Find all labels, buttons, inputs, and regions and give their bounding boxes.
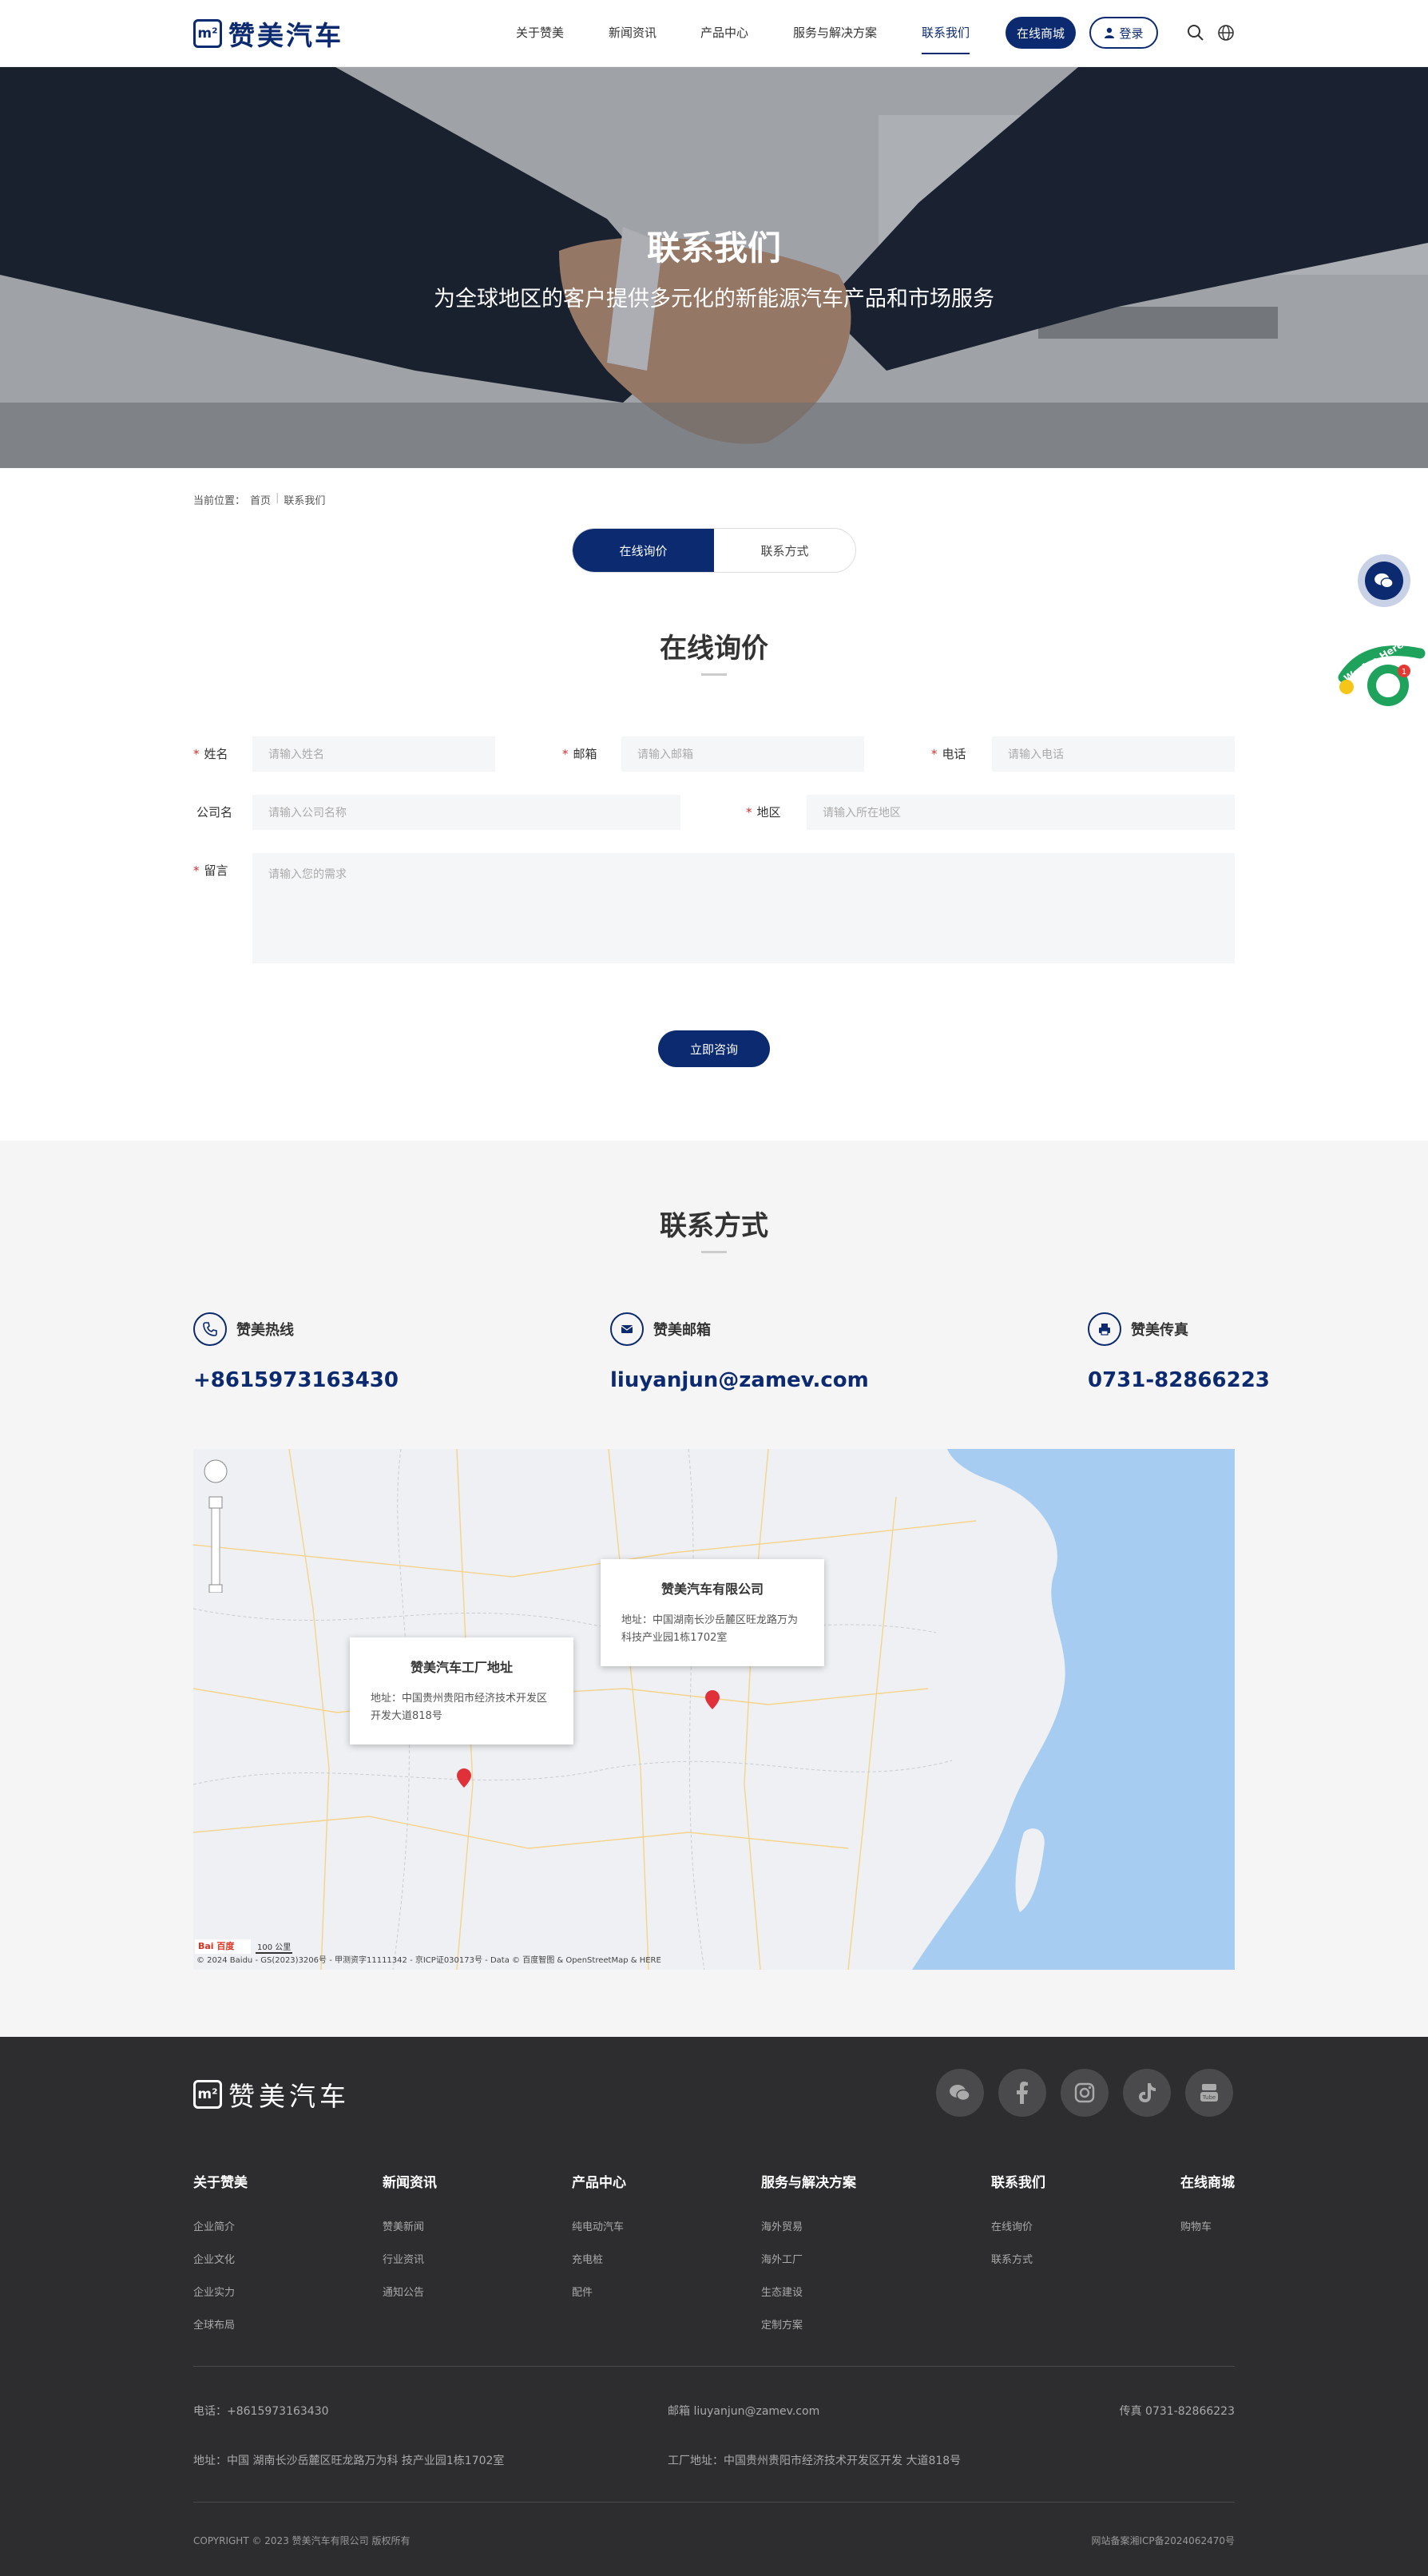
wechat-icon[interactable]: [936, 2069, 984, 2117]
hotline-label: 赞美热线: [236, 1322, 294, 1339]
name-label: * 姓名: [193, 747, 228, 761]
fax-label: 赞美传真: [1131, 1322, 1188, 1339]
facebook-icon[interactable]: [998, 2069, 1046, 2117]
section-tabs: 在线询价 联系方式: [572, 528, 856, 573]
nav-services[interactable]: 服务与解决方案: [793, 24, 877, 41]
footer-divider-bottom: [193, 2502, 1235, 2503]
hq-popup-address: 地址：中国湖南长沙岳麓区旺龙路万为科技产业园1栋1702室: [621, 1614, 799, 1644]
logo-text: 赞美汽车: [228, 20, 343, 51]
nav-products[interactable]: 产品中心: [700, 24, 748, 41]
factory-popup-address: 地址：中国贵州贵阳市经济技术开发区开发大道818号: [371, 1693, 548, 1722]
company-input[interactable]: 请输入公司名称: [252, 795, 680, 830]
contact-title-divider: [701, 1251, 727, 1253]
hq-popup: 赞美汽车有限公司 地址：中国湖南长沙岳麓区旺龙路万为科技产业园1栋1702室: [601, 1559, 824, 1666]
hotline-block: 赞美热线 +8615973163430: [193, 1312, 399, 1392]
map-copyright: © 2024 Baidu - GS(2023)3206号 - 甲测资字11111…: [196, 1956, 661, 1965]
nav-news[interactable]: 新闻资讯: [609, 24, 656, 41]
email-label: 赞美邮箱: [653, 1322, 711, 1339]
footer-col-services: 服务与解决方案 海外贸易 海外工厂 生态建设 定制方案: [761, 2175, 856, 2332]
svg-text:Tube: Tube: [1202, 2094, 1216, 2101]
hotline-value[interactable]: +8615973163430: [193, 1368, 399, 1392]
baidu-logo: Bai 百度: [195, 1939, 251, 1954]
footer-divider-top: [193, 2366, 1235, 2367]
contact-title: 联系方式: [660, 1210, 768, 1242]
site-logo[interactable]: m² 赞美汽车: [193, 18, 343, 51]
footer-fax: 传真 0731-82866223: [1119, 2405, 1235, 2418]
login-label: 登录: [1119, 26, 1144, 41]
factory-map-pin-icon[interactable]: [457, 1768, 471, 1788]
submit-inquiry-button[interactable]: 立即咨询: [658, 1030, 770, 1067]
name-input[interactable]: 请输入姓名: [252, 736, 495, 772]
region-input[interactable]: 请输入所在地区: [807, 795, 1235, 830]
fax-value: 0731-82866223: [1088, 1368, 1270, 1392]
phone-label: * 电话: [931, 747, 966, 761]
breadcrumb: 当前位置： 首页 | 联系我们: [193, 492, 325, 507]
footer-col-news: 新闻资讯 赞美新闻 行业资讯 通知公告: [383, 2175, 437, 2299]
hero-banner: 联系我们 为全球地区的客户提供多元化的新能源汽车产品和市场服务: [0, 67, 1428, 468]
footer-logo-text: 赞美汽车: [228, 2081, 350, 2112]
tiktok-icon[interactable]: [1123, 2069, 1171, 2117]
logo-mark-icon: m²: [193, 19, 222, 48]
nav-about[interactable]: 关于赞美: [516, 24, 564, 41]
message-textarea[interactable]: 请输入您的需求: [252, 853, 1235, 963]
tab-online-inquiry[interactable]: 在线询价: [573, 529, 714, 572]
fax-icon: [1088, 1312, 1121, 1346]
footer-email[interactable]: 邮箱 liuyanjun@zamev.com: [668, 2403, 819, 2419]
footer-icp[interactable]: 网站备案湘ICP备2024062470号: [1091, 2534, 1235, 2547]
factory-popup-title: 赞美汽车工厂地址: [410, 1660, 513, 1675]
hq-map-pin-icon[interactable]: [705, 1690, 720, 1709]
email-input[interactable]: 请输入邮箱: [621, 736, 864, 772]
email-label: * 邮箱: [562, 747, 597, 761]
footer-logo[interactable]: m² 赞美汽车: [193, 2075, 350, 2114]
map-scale: 100 公里: [256, 1940, 293, 1954]
footer-col-products: 产品中心 纯电动汽车 充电桩 配件: [572, 2175, 626, 2299]
footer-phone: 电话：+8615973163430: [193, 2405, 329, 2418]
live-chat-widget-icon[interactable]: We Are Here! 1: [1334, 637, 1428, 714]
email-value[interactable]: liuyanjun@zamev.com: [610, 1368, 869, 1392]
site-footer: m² 赞美汽车 Tube 关于赞美 企业简介 企业文化 企业实力 全球布局 新闻…: [0, 2037, 1428, 2576]
nav-contact[interactable]: 联系我们: [922, 24, 970, 41]
inquiry-title-divider: [701, 673, 727, 676]
breadcrumb-separator: |: [276, 492, 280, 504]
footer-factory-address: 工厂地址：中国贵州贵阳市经济技术开发区开发 大道818号: [668, 2455, 962, 2467]
hq-popup-title: 赞美汽车有限公司: [660, 1582, 764, 1597]
breadcrumb-prefix: 当前位置：: [193, 495, 246, 507]
user-icon: [1105, 27, 1115, 38]
fax-block: 赞美传真 0731-82866223: [1088, 1312, 1270, 1392]
search-icon[interactable]: [1185, 22, 1206, 43]
site-header: m² 赞美汽车 关于赞美 新闻资讯 产品中心 服务与解决方案 联系我们 在线商城…: [0, 0, 1428, 67]
hero-subtitle: 为全球地区的客户提供多元化的新能源汽车产品和市场服务: [434, 287, 994, 312]
region-label: * 地区: [746, 805, 781, 820]
globe-icon[interactable]: [1216, 22, 1236, 43]
tab-contact-info[interactable]: 联系方式: [714, 529, 855, 572]
mail-icon: [610, 1312, 644, 1346]
footer-copyright: COPYRIGHT © 2023 赞美汽车有限公司 版权所有: [193, 2535, 411, 2546]
phone-icon: [193, 1312, 227, 1346]
breadcrumb-current: 联系我们: [284, 495, 326, 507]
footer-address: 地址：中国 湖南长沙岳麓区旺龙路万为科 技产业园1栋1702室: [193, 2455, 505, 2467]
chat-icon: [1374, 573, 1394, 589]
email-block: 赞美邮箱 liuyanjun@zamev.com: [610, 1312, 869, 1392]
youtube-icon[interactable]: Tube: [1185, 2069, 1233, 2117]
login-button[interactable]: 登录: [1089, 17, 1158, 49]
factory-popup: 赞美汽车工厂地址 地址：中国贵州贵阳市经济技术开发区开发大道818号: [350, 1637, 573, 1744]
message-label: * 留言: [193, 863, 228, 878]
map-zoom-control[interactable]: [201, 1457, 230, 1594]
footer-col-about: 关于赞美 企业简介 企业文化 企业实力 全球布局: [193, 2175, 248, 2332]
instagram-icon[interactable]: [1061, 2069, 1109, 2117]
nav-active-indicator: [922, 53, 970, 54]
footer-col-shop: 在线商城 购物车: [1180, 2175, 1235, 2233]
floating-wechat-button[interactable]: [1358, 554, 1410, 607]
hero-title: 联系我们: [646, 228, 781, 268]
footer-logo-mark-icon: m²: [193, 2080, 222, 2109]
breadcrumb-home[interactable]: 首页: [250, 492, 271, 507]
company-label: 公司名: [196, 805, 233, 820]
phone-input[interactable]: 请输入电话: [992, 736, 1235, 772]
footer-col-contact: 联系我们 在线询价 联系方式: [991, 2175, 1045, 2266]
svg-text:1: 1: [1402, 668, 1406, 677]
location-map[interactable]: 赞美汽车有限公司 地址：中国湖南长沙岳麓区旺龙路万为科技产业园1栋1702室 赞…: [193, 1449, 1235, 1970]
inquiry-title: 在线询价: [660, 633, 768, 665]
online-shop-button[interactable]: 在线商城: [1006, 17, 1076, 49]
